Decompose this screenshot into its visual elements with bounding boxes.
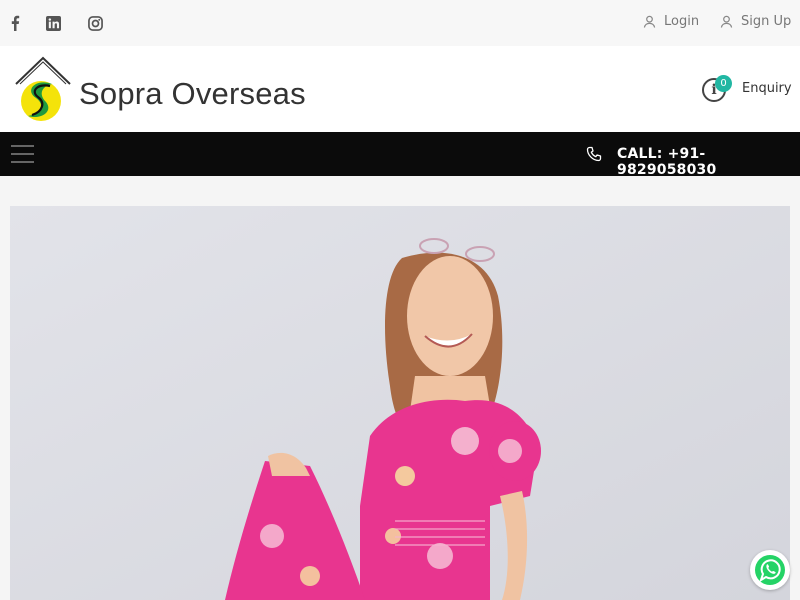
enquiry-label: Enquiry [742,81,792,96]
banner-image [10,206,790,600]
facebook-icon[interactable] [6,14,24,32]
linkedin-icon[interactable] [44,14,62,32]
login-label: Login [664,14,700,29]
site-header: Sopra Overseas i 0 Enquiry [0,46,800,132]
call-phone-link[interactable]: CALL: +91-9829058030 [617,146,800,178]
signup-label: Sign Up [741,14,792,29]
menu-toggle-icon[interactable] [11,145,34,163]
whatsapp-icon [755,555,785,585]
hero-banner[interactable] [10,206,790,600]
instagram-icon[interactable] [86,14,104,32]
whatsapp-chat-button[interactable] [750,550,790,590]
nav-bar: CALL: +91-9829058030 [0,132,800,178]
login-link[interactable]: Login [643,14,699,29]
brand-logo[interactable] [14,56,72,124]
top-bar: Login Sign Up [0,0,800,46]
enquiry-count-badge: 0 [715,75,732,92]
signup-link[interactable]: Sign Up [720,14,791,29]
user-icon [720,15,733,28]
phone-icon [586,146,602,162]
brand-name[interactable]: Sopra Overseas [79,76,306,112]
user-icon [643,15,656,28]
